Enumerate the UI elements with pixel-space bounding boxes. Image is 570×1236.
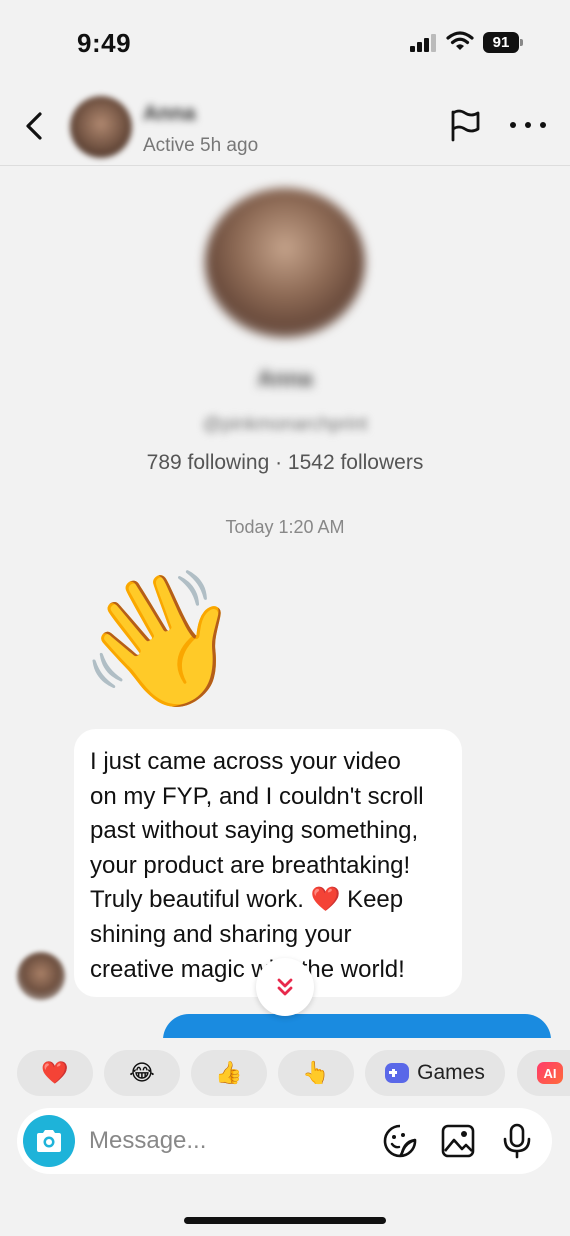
message-line: your product are breathtaking!	[90, 851, 411, 879]
active-status: Active 5h ago	[143, 135, 259, 156]
quick-reaction-bar: ❤️ 😂 👍 👆 Games AI	[0, 1038, 570, 1108]
report-flag-icon[interactable]	[448, 108, 482, 142]
wifi-icon	[446, 31, 474, 50]
sticker-icon[interactable]	[382, 1123, 418, 1159]
profile-handle: @pinkmonarchprint	[202, 414, 368, 435]
quick-reaction-point-up[interactable]: 👆	[278, 1050, 354, 1096]
status-bar: 9:49 91	[0, 0, 570, 84]
message-line: on my FYP, and I couldn't scroll	[90, 782, 424, 810]
profile-avatar[interactable]	[205, 188, 365, 338]
header-username[interactable]: Anna	[143, 102, 196, 126]
incoming-message-bubble[interactable]: I just came across your video on my FYP,…	[74, 729, 462, 997]
gamepad-icon	[385, 1063, 410, 1083]
microphone-icon[interactable]	[499, 1123, 535, 1159]
home-indicator	[184, 1217, 386, 1224]
double-chevron-down-icon	[277, 978, 293, 996]
message-line: Truly beautiful work. ❤️ Keep	[90, 886, 404, 914]
sender-avatar[interactable]	[17, 952, 65, 1000]
wave-emoji-message[interactable]: 👋	[78, 565, 242, 715]
quick-reaction-laugh[interactable]: 😂	[104, 1050, 180, 1096]
battery-icon: 91	[483, 32, 523, 53]
message-line: shining and sharing your	[90, 920, 352, 948]
header-avatar[interactable]	[70, 96, 132, 158]
quick-reaction-heart[interactable]: ❤️	[17, 1050, 93, 1096]
message-line: I just came across your video	[90, 748, 401, 775]
more-options-button[interactable]	[510, 112, 546, 138]
cellular-signal-icon	[410, 34, 438, 52]
camera-button[interactable]	[23, 1115, 75, 1167]
dot-icon	[525, 122, 531, 128]
message-composer	[17, 1108, 552, 1174]
message-line: past without saying something,	[90, 817, 419, 845]
ai-icon: AI	[537, 1062, 563, 1084]
battery-level: 91	[483, 32, 519, 53]
games-label: Games	[417, 1061, 485, 1084]
message-timestamp: Today 1:20 AM	[225, 517, 345, 537]
dot-icon	[510, 122, 516, 128]
ai-button[interactable]: AI	[517, 1050, 570, 1096]
games-button[interactable]: Games	[365, 1050, 505, 1096]
chat-header: Anna Active 5h ago	[0, 84, 570, 166]
image-gallery-icon[interactable]	[440, 1123, 476, 1159]
status-time: 9:49	[77, 28, 132, 58]
camera-icon	[37, 1130, 61, 1152]
dot-icon	[540, 122, 546, 128]
profile-name: Anna	[257, 366, 313, 391]
quick-reaction-thumbs-up[interactable]: 👍	[191, 1050, 267, 1096]
back-button[interactable]	[18, 108, 50, 144]
scroll-to-bottom-button[interactable]	[256, 958, 314, 1016]
chevron-left-icon	[26, 112, 42, 140]
profile-follow-stats: 789 following · 1542 followers	[146, 451, 424, 474]
message-input[interactable]	[89, 1122, 369, 1160]
